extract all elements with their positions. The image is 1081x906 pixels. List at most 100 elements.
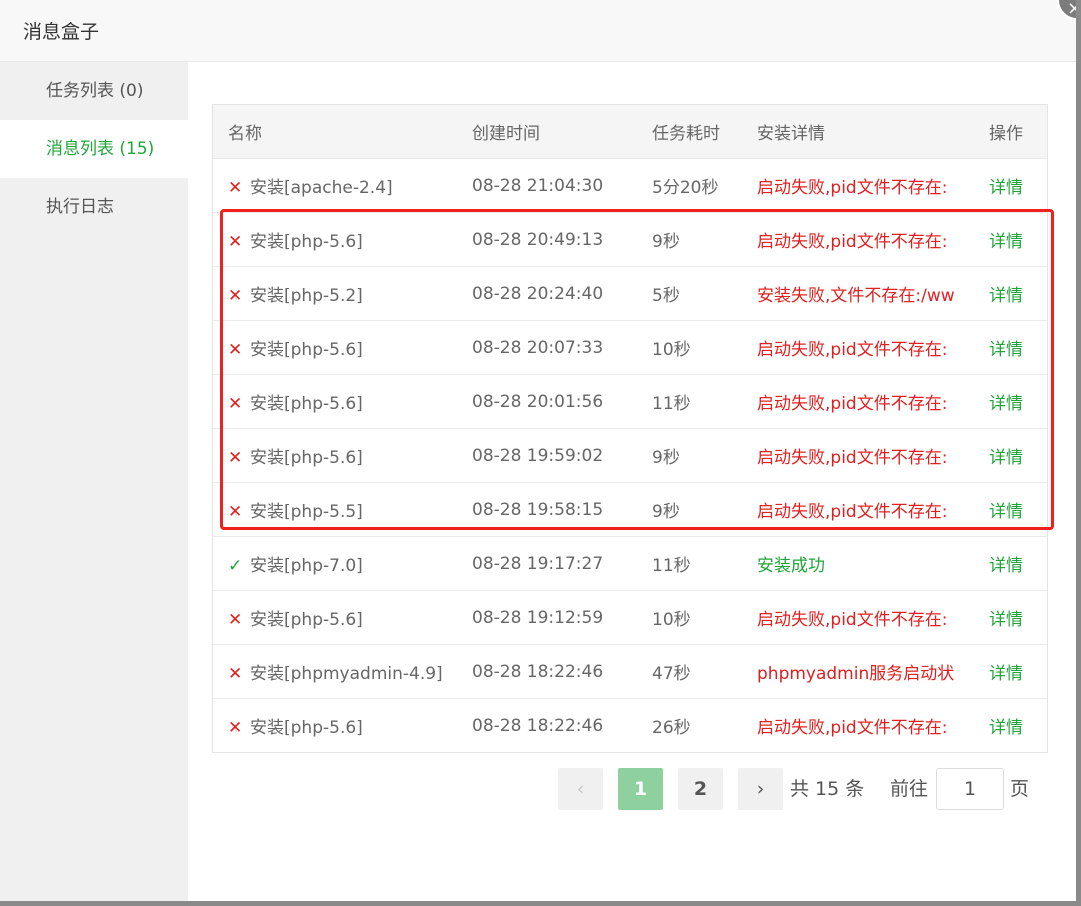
task-name: 安装[php-5.6] xyxy=(250,718,363,738)
dialog-header: 消息盒子 xyxy=(0,0,1076,62)
column-header-name: 名称 xyxy=(213,105,468,159)
table-row: ✕ 安装[phpmyadmin-4.9] 08-28 18:22:46 47秒 phpm… xyxy=(213,644,1047,699)
cell-duration: 9秒 xyxy=(648,428,753,483)
cross-icon: ✕ xyxy=(228,718,243,738)
cell-install-detail: 安装成功 xyxy=(753,536,985,591)
cell-action: 详情 xyxy=(985,590,1047,645)
cell-created-time: 08-28 20:49:13 xyxy=(468,212,648,267)
detail-link[interactable]: 详情 xyxy=(989,340,1023,360)
cell-name: ✕ 安装[php-5.6] xyxy=(213,428,468,483)
page-button-2[interactable]: 2 xyxy=(678,768,723,810)
cell-duration: 10秒 xyxy=(648,320,753,375)
goto-label: 前往 xyxy=(890,778,929,800)
cell-name: ✓ 安装[php-7.0] xyxy=(213,536,468,591)
cell-created-time: 08-28 18:22:46 xyxy=(472,715,604,736)
task-name: 安装[php-5.6] xyxy=(250,340,363,360)
cell-duration: 5秒 xyxy=(648,266,753,321)
cross-icon: ✕ xyxy=(228,394,243,414)
table-row: ✕ 安装[php-5.6] 08-28 20:49:13 9秒 启动失败,pid文件不存… xyxy=(213,212,1047,267)
task-name: 安装[php-5.6] xyxy=(250,448,363,468)
cell-duration: 5分20秒 xyxy=(648,158,753,213)
task-name: 安装[php-5.6] xyxy=(250,232,363,252)
cell-created-time: 08-28 19:59:02 xyxy=(468,428,648,483)
cell-install-detail: 启动失败,pid文件不存在: xyxy=(757,718,948,738)
dialog-title: 消息盒子 xyxy=(23,21,100,43)
message-table: 名称 创建时间 任务耗时 安装详情 操作 ✕ 安装[apache-2.4] 08-2… xyxy=(212,104,1048,753)
table-row: ✕ 安装[php-5.5] 08-28 19:58:15 9秒 启动失败,pid文件不存… xyxy=(213,482,1047,537)
detail-link[interactable]: 详情 xyxy=(989,286,1023,306)
page-button-1[interactable]: 1 xyxy=(618,768,663,810)
cell-name: ✕ 安装[php-5.6] xyxy=(213,590,468,645)
cell-name: ✕ 安装[php-5.5] xyxy=(213,482,468,537)
cell-name: ✕ 安装[php-5.2] xyxy=(213,266,468,321)
cell-duration: 11秒 xyxy=(648,374,753,429)
cell-created-time: 08-28 19:58:15 xyxy=(468,482,648,537)
cell-install-detail: 安装失败,文件不存在:/ww xyxy=(753,266,985,321)
cell-action: 详情 xyxy=(985,699,1047,753)
check-icon: ✓ xyxy=(228,556,243,576)
cell-install-detail: 启动失败,pid文件不存在: xyxy=(753,374,985,429)
cell-install-detail: phpmyadmin服务启动状 xyxy=(753,644,985,699)
cross-icon: ✕ xyxy=(228,448,243,468)
cell-name: ✕ 安装[php-5.6] xyxy=(213,320,468,375)
table-row: ✕ 安装[php-5.6] 08-28 20:07:33 10秒 启动失败,pid文件不… xyxy=(213,320,1047,375)
pagination: ‹ 1 2 › 共 15 条 前往 页 xyxy=(0,768,1076,812)
cell-created-time: 08-28 21:04:30 xyxy=(468,158,648,213)
task-name: 安装[phpmyadmin-4.9] xyxy=(250,664,443,684)
table-row: ✕ 安装[php-5.6] 08-28 19:12:59 10秒 启动失败,pid文件不… xyxy=(213,590,1047,645)
cell-duration: 10秒 xyxy=(648,590,753,645)
task-name: 安装[php-7.0] xyxy=(250,556,363,576)
table-row: ✕ 安装[php-5.2] 08-28 20:24:40 5秒 安装失败,文件不存在:/… xyxy=(213,266,1047,321)
cell-created-time: 08-28 19:17:27 xyxy=(468,536,648,591)
cell-created-time: 08-28 20:07:33 xyxy=(468,320,648,375)
detail-link[interactable]: 详情 xyxy=(989,610,1023,630)
detail-link[interactable]: 详情 xyxy=(989,718,1023,738)
cell-action: 详情 xyxy=(985,266,1047,321)
cell-install-detail: 启动失败,pid文件不存在: xyxy=(753,320,985,375)
page-suffix: 页 xyxy=(1010,778,1030,800)
detail-link[interactable]: 详情 xyxy=(989,556,1023,576)
cell-action: 详情 xyxy=(985,428,1047,483)
cell-install-detail: 启动失败,pid文件不存在: xyxy=(753,590,985,645)
sidebar-item-tasks[interactable]: 任务列表 (0) xyxy=(0,62,188,120)
overlay-shade xyxy=(1076,0,1081,906)
detail-link[interactable]: 详情 xyxy=(989,664,1023,684)
column-header-created-time: 创建时间 xyxy=(468,105,648,159)
task-name: 安装[php-5.6] xyxy=(250,610,363,630)
cell-name: ✕ 安装[phpmyadmin-4.9] xyxy=(213,644,468,699)
cell-created-time: 08-28 20:24:40 xyxy=(468,266,648,321)
cell-name: ✕ 安装[php-5.6] xyxy=(213,374,468,429)
cell-created-time: 08-28 20:01:56 xyxy=(468,374,648,429)
cell-action: 详情 xyxy=(985,320,1047,375)
cell-action: 详情 xyxy=(985,482,1047,537)
cell-duration: 9秒 xyxy=(648,482,753,537)
column-header-action: 操作 xyxy=(985,105,1047,159)
cell-action: 详情 xyxy=(985,644,1047,699)
cell-name: ✕ 安装[php-5.6] xyxy=(213,699,468,753)
detail-link[interactable]: 详情 xyxy=(989,232,1023,252)
goto-page-input[interactable] xyxy=(936,768,1004,810)
cell-install-detail: 启动失败,pid文件不存在: xyxy=(753,428,985,483)
detail-link[interactable]: 详情 xyxy=(989,448,1023,468)
cell-action: 详情 xyxy=(985,212,1047,267)
sidebar-item-logs[interactable]: 执行日志 xyxy=(0,178,188,236)
cell-created-time: 08-28 19:12:59 xyxy=(468,590,648,645)
cell-created-time: 08-28 18:22:46 xyxy=(468,644,648,699)
detail-link[interactable]: 详情 xyxy=(989,394,1023,414)
sidebar-item-messages[interactable]: 消息列表 (15) xyxy=(0,120,188,178)
table-row: ✕ 安装[php-5.6] 08-28 20:01:56 11秒 启动失败,pid文件不… xyxy=(213,374,1047,429)
cell-name: ✕ 安装[php-5.6] xyxy=(213,212,468,267)
cross-icon: ✕ xyxy=(228,664,243,684)
detail-link[interactable]: 详情 xyxy=(989,502,1023,522)
column-header-install-detail: 安装详情 xyxy=(753,105,985,159)
cross-icon: ✕ xyxy=(228,178,243,198)
cell-name: ✕ 安装[apache-2.4] xyxy=(213,158,468,213)
task-name: 安装[apache-2.4] xyxy=(250,178,393,198)
next-page-button[interactable]: › xyxy=(738,768,783,810)
task-name: 安装[php-5.5] xyxy=(250,502,363,522)
column-header-duration: 任务耗时 xyxy=(648,105,753,159)
cell-duration: 47秒 xyxy=(648,644,753,699)
detail-link[interactable]: 详情 xyxy=(989,178,1023,198)
prev-page-button[interactable]: ‹ xyxy=(558,768,603,810)
cross-icon: ✕ xyxy=(228,232,243,252)
